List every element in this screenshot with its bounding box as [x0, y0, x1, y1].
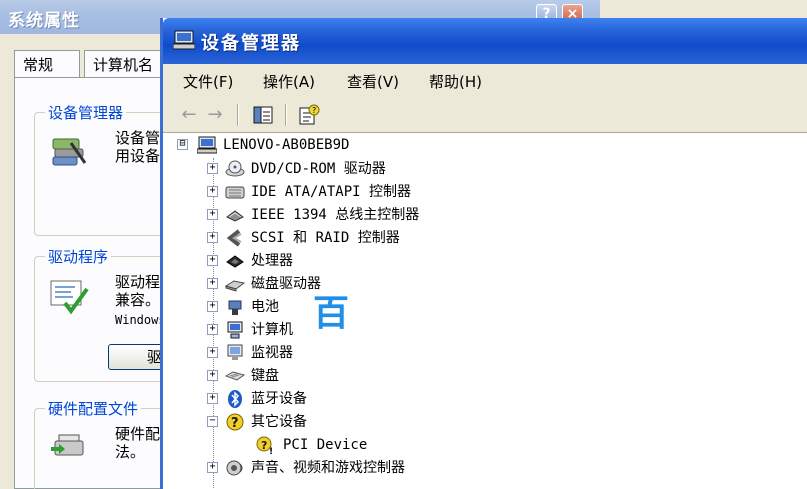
tree-item-label: 计算机 [251, 322, 293, 338]
menu-file[interactable]: 文件(F) [183, 71, 233, 92]
toolbar-separator [285, 104, 287, 126]
unknown-device-icon: ? [226, 413, 244, 431]
tree-item-dvd-cdrom[interactable]: + DVD/CD-ROM 驱动器 [207, 158, 507, 180]
computer-icon [227, 321, 243, 339]
driver-signing-icon [50, 280, 89, 315]
device-manager-group-title: 设备管理器 [45, 102, 127, 123]
tree-item-monitor[interactable]: + 监视器 [207, 342, 507, 364]
tree-item-label: DVD/CD-ROM 驱动器 [251, 161, 386, 177]
sound-icon [226, 460, 243, 476]
bluetooth-icon [228, 390, 242, 408]
expand-toggle[interactable]: + [207, 301, 218, 312]
expand-toggle[interactable]: + [207, 186, 218, 197]
tree-item-label: 蓝牙设备 [251, 391, 307, 407]
tree-item-label: IDE ATA/ATAPI 控制器 [251, 184, 412, 200]
computer-name: LENOVO-AB0BEB9D [223, 137, 350, 153]
tree-item-ide[interactable]: + IDE ATA/ATAPI 控制器 [207, 181, 507, 203]
driver-group-title: 驱动程序 [45, 246, 112, 267]
computer-root-icon [197, 136, 217, 154]
menu-help[interactable]: 帮助(H) [429, 71, 482, 92]
battery-icon [228, 300, 242, 315]
tree-item-label: 其它设备 [251, 414, 307, 430]
expand-toggle[interactable]: + [207, 232, 218, 243]
expand-toggle[interactable]: + [207, 393, 218, 404]
device-tree: ⊟ LENOVO-AB0BEB9D + DVD/CD-ROM 驱动器 + IDE… [163, 134, 807, 489]
expand-toggle[interactable]: + [207, 278, 218, 289]
device-manager-desc-2: 用设备 [115, 147, 161, 165]
tree-item-label: PCI Device [283, 437, 368, 453]
tree-item-processor[interactable]: + 处理器 [207, 250, 507, 272]
keyboard-icon [225, 371, 245, 381]
watermark: 百 [313, 293, 350, 334]
forward-arrow-icon[interactable]: → [203, 104, 227, 126]
tree-item-bluetooth[interactable]: + 蓝牙设备 [207, 388, 507, 410]
expand-toggle[interactable]: + [207, 209, 218, 220]
tree-item-other-devices[interactable]: − ? 其它设备 [207, 411, 507, 433]
tree-item-pci-device[interactable]: ? ! PCI Device [255, 434, 455, 456]
expand-toggle[interactable]: + [207, 370, 218, 381]
scsi-icon [226, 229, 242, 247]
driver-desc-1: 驱动程 [115, 273, 161, 291]
tree-root[interactable]: ⊟ LENOVO-AB0BEB9D [177, 134, 437, 156]
unknown-mark: ? [261, 439, 267, 452]
ieee1394-icon [226, 210, 244, 222]
tree-item-label: 声音、视频和游戏控制器 [251, 460, 405, 476]
tree-item-label: 磁盘驱动器 [251, 276, 321, 292]
device-manager-window: 设备管理器 文件(F) 操作(A) 查看(V) 帮助(H) ← → ? ⊟ LE… [160, 18, 807, 489]
processor-icon [226, 255, 244, 268]
collapse-toggle[interactable]: − [207, 416, 218, 427]
disk-drive-icon [225, 280, 245, 292]
expand-toggle[interactable]: + [207, 347, 218, 358]
toolbar-separator [237, 104, 239, 126]
collapse-toggle[interactable]: ⊟ [177, 139, 188, 150]
tree-item-label: 处理器 [251, 253, 293, 269]
menu-bar: 文件(F) 操作(A) 查看(V) 帮助(H) [163, 64, 807, 99]
ide-controller-icon [225, 186, 245, 199]
tree-item-sound-video-game[interactable]: + 声音、视频和游戏控制器 [207, 457, 527, 479]
warning-device-icon: ? ! [256, 436, 273, 455]
properties-icon[interactable]: ? [297, 104, 321, 126]
toolbar: ← → ? [163, 98, 807, 133]
menu-action[interactable]: 操作(A) [263, 71, 315, 92]
device-manager-title: 设备管理器 [201, 33, 301, 54]
monitor-icon [227, 344, 243, 360]
tree-item-scsi-raid[interactable]: + SCSI 和 RAID 控制器 [207, 227, 507, 249]
hardware-profile-icon [51, 434, 84, 456]
tree-item-keyboard[interactable]: + 键盘 [207, 365, 507, 387]
tree-item-label: 电池 [251, 299, 279, 315]
device-manager-desc-1: 设备管 [115, 129, 161, 147]
tree-item-battery[interactable]: + 电池 [207, 296, 507, 318]
system-properties-title: 系统属性 [8, 11, 80, 31]
expand-toggle[interactable]: + [207, 163, 218, 174]
driver-desc-2: 兼容。 [115, 291, 161, 309]
hardware-profile-desc-1: 硬件配 [115, 425, 161, 443]
desktop: 系统属性 ? × 常规 计算机名 设备管理器 设备管 用设备 驱动程序 驱动程 … [0, 0, 807, 489]
driver-desc-3: Windows [115, 313, 166, 327]
svg-text:?: ? [312, 106, 316, 115]
hardware-profile-group-title: 硬件配置文件 [45, 398, 142, 419]
hardware-profile-desc-2: 法。 [115, 443, 146, 461]
tree-item-label: 键盘 [251, 368, 279, 384]
device-manager-title-icon [173, 30, 195, 50]
cdrom-icon [225, 160, 245, 177]
tree-item-ieee1394[interactable]: + IEEE 1394 总线主控制器 [207, 204, 507, 226]
expand-toggle[interactable]: + [207, 324, 218, 335]
back-arrow-icon[interactable]: ← [177, 104, 201, 126]
expand-toggle[interactable]: + [207, 462, 218, 473]
show-hide-console-tree-icon[interactable] [251, 104, 275, 126]
tree-item-computer[interactable]: + 计算机 [207, 319, 507, 341]
tab-general[interactable]: 常规 [14, 50, 80, 78]
warning-mark: ! [269, 447, 273, 455]
tree-item-label: SCSI 和 RAID 控制器 [251, 230, 400, 246]
menu-view[interactable]: 查看(V) [347, 71, 399, 92]
tree-item-label: 监视器 [251, 345, 293, 361]
tree-item-disk-drives[interactable]: + 磁盘驱动器 [207, 273, 507, 295]
device-manager-icon [52, 138, 87, 166]
unknown-mark: ? [231, 416, 239, 431]
tree-item-label: IEEE 1394 总线主控制器 [251, 207, 420, 223]
device-manager-titlebar[interactable]: 设备管理器 [163, 18, 807, 64]
expand-toggle[interactable]: + [207, 255, 218, 266]
